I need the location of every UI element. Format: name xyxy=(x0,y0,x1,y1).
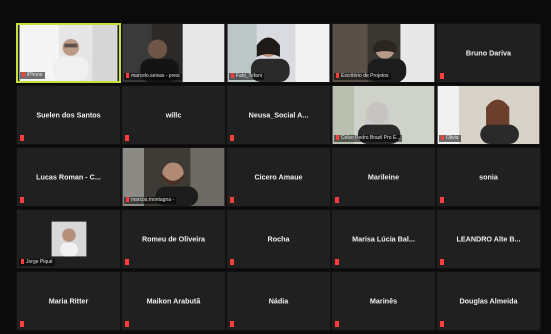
participant-name: Marileine xyxy=(367,172,400,182)
muted-mic-icon xyxy=(20,135,24,141)
participant-name: LEANDRO Alte B... xyxy=(456,234,521,244)
participant-name: Douglas Almeida xyxy=(459,296,518,306)
participant-tile[interactable]: Suelen dos Santos xyxy=(16,85,121,145)
participant-name: Maria Ritter xyxy=(48,296,89,306)
participant-tile[interactable]: sonia xyxy=(436,147,541,207)
muted-mic-icon xyxy=(336,73,339,79)
participant-tile[interactable]: Marisa Lúcia Bal... xyxy=(331,209,436,269)
muted-mic-icon xyxy=(440,321,444,327)
participant-name: willc xyxy=(165,110,182,120)
muted-mic-icon xyxy=(126,73,129,79)
muted-mic-icon xyxy=(22,72,25,78)
participant-name: Rocha xyxy=(267,234,290,244)
participant-label: Olivia xyxy=(439,135,461,142)
participant-tile[interactable]: Marinês xyxy=(331,271,436,331)
participant-tile[interactable]: Jorge Piqué xyxy=(16,209,121,269)
muted-mic-icon xyxy=(230,197,234,203)
muted-mic-icon xyxy=(231,73,234,79)
participant-name: Suelen dos Santos xyxy=(36,110,101,120)
participant-tile[interactable]: Celso Pedro Brazil Pro E... xyxy=(331,85,436,145)
participant-name: Cicero Amaue xyxy=(254,172,303,182)
participant-tile[interactable]: willc xyxy=(121,85,226,145)
participant-label: marcelo.seixas - presi xyxy=(124,73,182,80)
participant-name: sonia xyxy=(479,172,498,182)
muted-mic-icon xyxy=(21,259,24,265)
participant-tile[interactable]: Maria Ritter xyxy=(16,271,121,331)
participant-tile[interactable]: Escritório de Projetos xyxy=(331,23,436,83)
participant-tile[interactable]: Romeu de Oliveira xyxy=(121,209,226,269)
muted-mic-icon xyxy=(440,73,444,79)
participant-name: Marinês xyxy=(369,296,398,306)
muted-mic-icon xyxy=(126,197,129,203)
muted-mic-icon xyxy=(230,259,234,265)
participant-label: Jorge Piqué xyxy=(19,259,55,266)
participants-grid: iPhone marcelo.seixas - presi Fabi_Tefan… xyxy=(16,23,541,334)
muted-mic-icon xyxy=(441,135,444,141)
participant-name: Nádia xyxy=(268,296,289,306)
participant-tile[interactable]: Cicero Amaue xyxy=(226,147,331,207)
muted-mic-icon xyxy=(440,197,444,203)
muted-mic-icon xyxy=(440,259,444,265)
participant-label: marcos.montagna - xyxy=(124,197,177,204)
participant-label: Escritório de Projetos xyxy=(334,73,391,80)
participant-name: Romeu de Oliveira xyxy=(141,234,206,244)
participant-tile[interactable]: LEANDRO Alte B... xyxy=(436,209,541,269)
participant-tile[interactable]: marcelo.seixas - presi xyxy=(121,23,226,83)
muted-mic-icon xyxy=(125,321,129,327)
participant-name: Lucas Roman - C... xyxy=(36,172,101,182)
participant-tile[interactable]: Olivia xyxy=(436,85,541,145)
muted-mic-icon xyxy=(20,197,24,203)
muted-mic-icon xyxy=(335,259,339,265)
muted-mic-icon xyxy=(20,321,24,327)
participant-name: Maikon Arabutã xyxy=(146,296,201,306)
participant-label: iPhone xyxy=(20,72,45,79)
participant-tile[interactable]: iPhone xyxy=(16,23,121,83)
muted-mic-icon xyxy=(335,321,339,327)
muted-mic-icon xyxy=(125,259,129,265)
muted-mic-icon xyxy=(230,321,234,327)
participant-tile[interactable]: Nádia xyxy=(226,271,331,331)
participant-name: Bruno Dariva xyxy=(465,48,512,58)
muted-mic-icon xyxy=(125,135,129,141)
participant-label: Fabi_Tefani xyxy=(229,73,264,80)
participant-tile[interactable]: Neusa_Social A... xyxy=(226,85,331,145)
participant-tile[interactable]: Maikon Arabutã xyxy=(121,271,226,331)
participant-tile[interactable]: Lucas Roman - C... xyxy=(16,147,121,207)
participant-tile[interactable]: marcos.montagna - xyxy=(121,147,226,207)
participant-name: Neusa_Social A... xyxy=(248,110,309,120)
muted-mic-icon xyxy=(230,135,234,141)
participant-tile[interactable]: Douglas Almeida xyxy=(436,271,541,331)
participant-tile[interactable]: Marileine xyxy=(331,147,436,207)
participant-name: Marisa Lúcia Bal... xyxy=(352,234,415,244)
participant-tile[interactable]: Rocha xyxy=(226,209,331,269)
participant-label: Celso Pedro Brazil Pro E... xyxy=(334,135,403,142)
muted-mic-icon xyxy=(336,135,339,141)
participant-tile[interactable]: Bruno Dariva xyxy=(436,23,541,83)
participant-tile[interactable]: Fabi_Tefani xyxy=(226,23,331,83)
muted-mic-icon xyxy=(335,197,339,203)
